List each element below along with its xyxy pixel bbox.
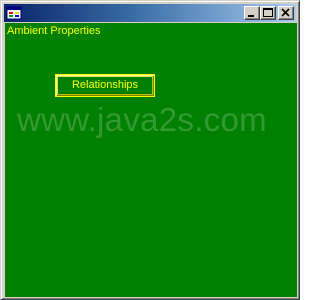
watermark-text: www.java2s.com [17,101,267,138]
form-client-area: Ambient Properties www.java2s.com Relati… [5,23,297,297]
form-icon[interactable] [6,5,22,21]
ambient-properties-label: Ambient Properties [7,25,101,37]
close-icon [281,8,290,17]
app-window: Ambient Properties www.java2s.com Relati… [0,0,300,300]
title-bar[interactable] [4,4,296,22]
minimize-button[interactable] [244,6,260,20]
close-button[interactable] [278,6,294,20]
relationships-button[interactable]: Relationships [55,74,155,97]
maximize-icon [263,8,273,17]
minimize-icon [248,15,254,17]
maximize-button[interactable] [260,6,276,20]
